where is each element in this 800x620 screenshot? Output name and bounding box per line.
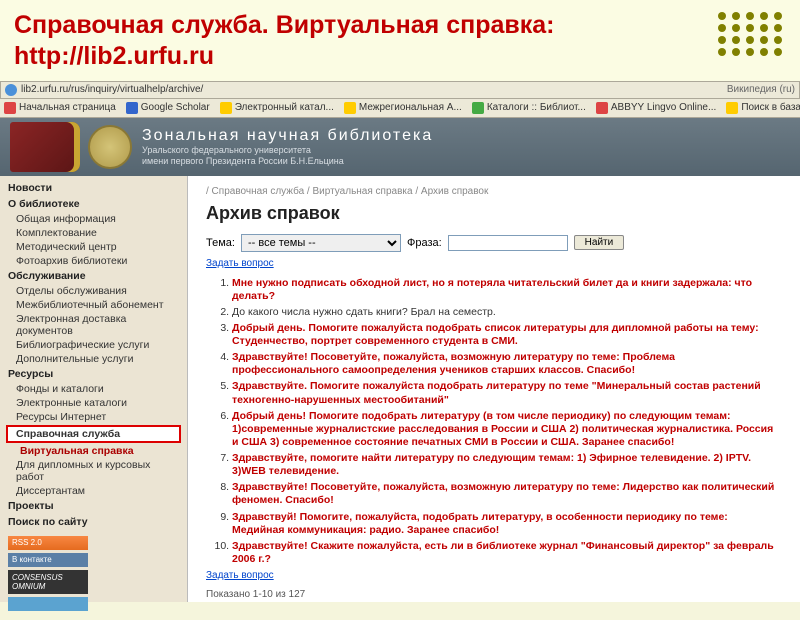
bookmark-icon bbox=[220, 102, 232, 114]
search-row: Тема: -- все темы -- Фраза: Найти bbox=[206, 234, 782, 252]
find-button[interactable]: Найти bbox=[574, 235, 625, 250]
bookmark-icon bbox=[344, 102, 356, 114]
question-item[interactable]: Здравствуйте! Посоветуйте, пожалуйста, в… bbox=[232, 351, 782, 377]
slide-header: Справочная служба. Виртуальная справка: … bbox=[0, 0, 800, 81]
bookmark-icon bbox=[472, 102, 484, 114]
layout: НовостиО библиотекеОбщая информацияКомпл… bbox=[0, 176, 800, 602]
sidebar-item[interactable]: Для дипломных и курсовых работ bbox=[0, 458, 187, 484]
breadcrumb[interactable]: / Справочная служба / Виртуальная справк… bbox=[206, 186, 782, 197]
tab-right[interactable]: Википедия (ru) bbox=[727, 84, 795, 95]
sidebar-cat[interactable]: О библиотеке bbox=[0, 196, 187, 212]
sidebar-item[interactable]: Комплектование bbox=[0, 226, 187, 240]
sidebar-item[interactable]: Электронные каталоги bbox=[0, 396, 187, 410]
shown-count: Показано 1-10 из 127 bbox=[206, 589, 782, 600]
decor-dots bbox=[718, 12, 784, 56]
bookmark-item[interactable]: Каталоги :: Библиот... bbox=[472, 102, 586, 114]
badge-fond[interactable] bbox=[8, 597, 88, 611]
theme-select[interactable]: -- все темы -- bbox=[241, 234, 401, 252]
content-area: / Справочная служба / Виртуальная справк… bbox=[188, 176, 800, 602]
phrase-input[interactable] bbox=[448, 235, 568, 251]
question-item[interactable]: Добрый день! Помогите подобрать литерату… bbox=[232, 410, 782, 449]
bookmarks-bar: Начальная страница Google Scholar Электр… bbox=[0, 99, 800, 118]
sidebar-item[interactable]: Ресурсы Интернет bbox=[0, 410, 187, 424]
banner-titles: Зональная научная библиотека Уральского … bbox=[142, 126, 433, 167]
sidebar-cat[interactable]: Поиск по сайту bbox=[0, 514, 187, 530]
bookmark-icon bbox=[4, 102, 16, 114]
bookmark-item[interactable]: Межрегиональная А... bbox=[344, 102, 462, 114]
slide-title: Справочная служба. Виртуальная справка: … bbox=[14, 10, 786, 73]
sidebar-item[interactable]: Диссертантам bbox=[0, 484, 187, 498]
url-text: lib2.urfu.ru/rus/inquiry/virtualhelp/arc… bbox=[21, 84, 203, 95]
site-banner: Зональная научная библиотека Уральского … bbox=[0, 118, 800, 176]
theme-label: Тема: bbox=[206, 237, 235, 249]
question-item[interactable]: Здравствуйте! Посоветуйте, пожалуйста, в… bbox=[232, 481, 782, 507]
question-list: Мне нужно подписать обходной лист, но я … bbox=[232, 277, 782, 567]
bookmark-item[interactable]: Электронный катал... bbox=[220, 102, 334, 114]
sidebar-item[interactable]: Межбиблиотечный абонемент bbox=[0, 298, 187, 312]
title-l2: http://lib2.urfu.ru bbox=[14, 42, 214, 70]
bookmark-item[interactable]: Google Scholar bbox=[126, 102, 210, 114]
sidebar-cat[interactable]: Обслуживание bbox=[0, 268, 187, 284]
question-item[interactable]: До какого числа нужно сдать книги? Брал … bbox=[232, 306, 782, 319]
book-icon bbox=[10, 122, 80, 172]
question-item[interactable]: Здравствуйте! Скажите пожалуйста, есть л… bbox=[232, 540, 782, 566]
phrase-label: Фраза: bbox=[407, 237, 442, 249]
bookmark-icon bbox=[596, 102, 608, 114]
sidebar-item[interactable]: Фотоархив библиотеки bbox=[0, 254, 187, 268]
sidebar-item[interactable]: Методический центр bbox=[0, 240, 187, 254]
page-title: Архив справок bbox=[206, 203, 782, 224]
question-item[interactable]: Здравствуйте, помогите найти литературу … bbox=[232, 452, 782, 478]
question-item[interactable]: Здравствуйте. Помогите пожалуйста подобр… bbox=[232, 380, 782, 406]
sidebar-cat[interactable]: Проекты bbox=[0, 498, 187, 514]
sidebar-item-highlighted[interactable]: Справочная служба bbox=[6, 425, 181, 443]
badge-vk[interactable]: В контакте bbox=[8, 553, 88, 567]
title-l1: Справочная служба. Виртуальная справка: bbox=[14, 11, 554, 39]
question-item[interactable]: Мне нужно подписать обходной лист, но я … bbox=[232, 277, 782, 303]
ask-link-top[interactable]: Задать вопрос bbox=[206, 258, 782, 269]
browser-chrome: lib2.urfu.ru/rus/inquiry/virtualhelp/arc… bbox=[0, 81, 800, 602]
banner-sub1: Уральского федерального университета bbox=[142, 145, 433, 156]
bookmark-icon bbox=[726, 102, 738, 114]
sidebar-cat[interactable]: Ресурсы bbox=[0, 366, 187, 382]
bookmark-item[interactable]: Начальная страница bbox=[4, 102, 116, 114]
badge-rss[interactable]: RSS 2.0 bbox=[8, 536, 88, 550]
question-item[interactable]: Добрый день. Помогите пожалуйста подобра… bbox=[232, 322, 782, 348]
banner-sub2: имени первого Президента России Б.Н.Ельц… bbox=[142, 156, 433, 167]
sidebar: НовостиО библиотекеОбщая информацияКомпл… bbox=[0, 176, 188, 602]
sidebar-item[interactable]: Фонды и каталоги bbox=[0, 382, 187, 396]
bookmark-item[interactable]: ABBYY Lingvo Online... bbox=[596, 102, 716, 114]
medal-icon bbox=[88, 125, 132, 169]
sidebar-cat[interactable]: Новости bbox=[0, 180, 187, 196]
url-bar[interactable]: lib2.urfu.ru/rus/inquiry/virtualhelp/arc… bbox=[0, 81, 800, 99]
sidebar-item[interactable]: Общая информация bbox=[0, 212, 187, 226]
ask-link-bottom[interactable]: Задать вопрос bbox=[206, 570, 782, 581]
sidebar-item[interactable]: Электронная доставка документов bbox=[0, 312, 187, 338]
sidebar-item-selected[interactable]: Виртуальная справка bbox=[0, 444, 187, 458]
sidebar-item[interactable]: Библиографические услуги bbox=[0, 338, 187, 352]
globe-icon bbox=[5, 84, 17, 96]
sidebar-item[interactable]: Дополнительные услуги bbox=[0, 352, 187, 366]
badge-cons[interactable]: CONSENSUS OMNIUM bbox=[8, 570, 88, 594]
banner-main: Зональная научная библиотека bbox=[142, 126, 433, 145]
sidebar-item[interactable]: Отделы обслуживания bbox=[0, 284, 187, 298]
bookmark-item[interactable]: Поиск в базах данн... bbox=[726, 102, 800, 114]
question-item[interactable]: Здравствуй! Помогите, пожалуйста, подобр… bbox=[232, 511, 782, 537]
bookmark-icon bbox=[126, 102, 138, 114]
